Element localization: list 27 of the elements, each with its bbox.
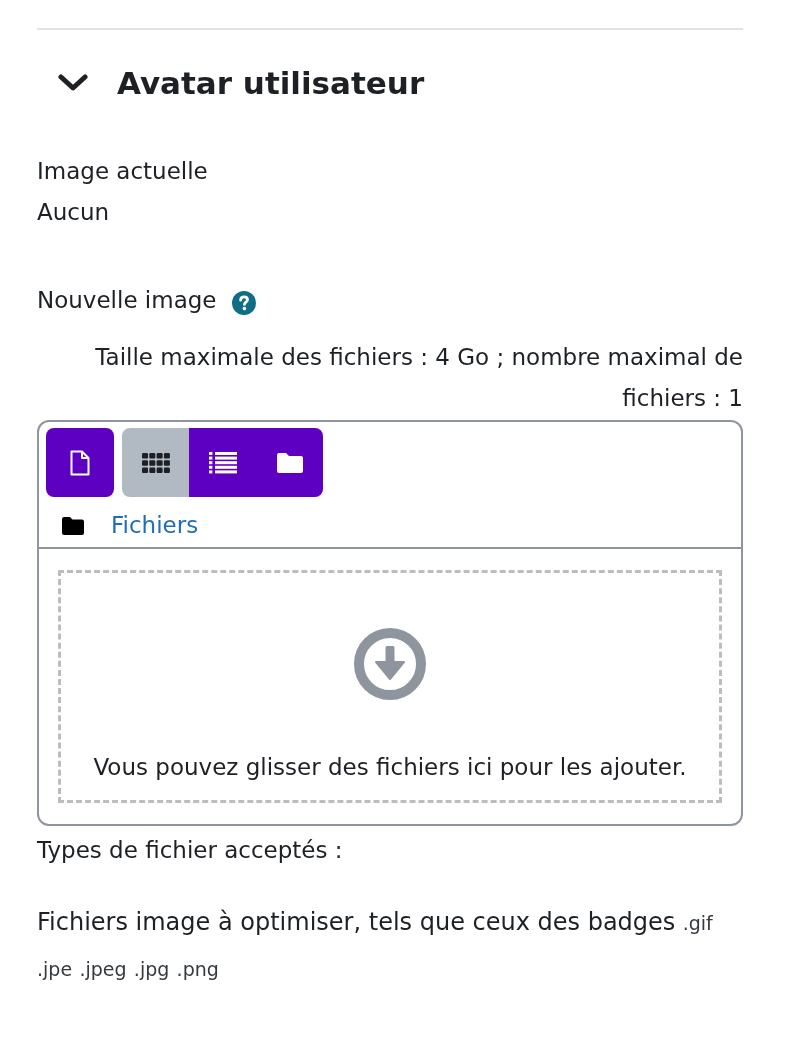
drop-zone[interactable]: Vous pouvez glisser des fichiers ici pour les ajouter.	[58, 570, 722, 803]
current-image-value: Aucun	[37, 198, 111, 227]
help-icon[interactable]	[231, 290, 256, 315]
add-file-button[interactable]	[46, 428, 114, 497]
new-image-label: Nouvelle image	[37, 286, 217, 315]
drop-zone-text: Vous pouvez glisser des fichiers ici pour les ajouter.	[93, 753, 687, 782]
section-title[interactable]: Avatar utilisateur	[117, 61, 425, 105]
list-view-button[interactable]	[189, 428, 256, 497]
file-icon	[70, 449, 90, 476]
grid-view-button[interactable]	[122, 428, 189, 497]
breadcrumb-link[interactable]: Fichiers	[111, 505, 199, 546]
accepted-types-label: Types de fichier acceptés :	[37, 836, 344, 865]
current-image-label: Image actuelle	[37, 157, 209, 186]
file-limits-text: Taille maximale des fichiers : 4 Go ; nombre maximal de fichiers : 1	[94, 343, 743, 413]
file-extension: .jpe	[37, 958, 73, 980]
file-extension: .jpg	[133, 958, 170, 980]
grid-icon	[141, 452, 170, 473]
file-extension: .jpeg	[79, 958, 127, 980]
folder-icon	[276, 452, 303, 473]
folder-view-button[interactable]	[256, 428, 323, 497]
folder-icon	[62, 516, 84, 535]
file-type-description: Fichiers image à optimiser, tels que ceux des badges	[37, 908, 676, 936]
file-extension: .gif	[682, 912, 713, 934]
list-icon	[208, 451, 237, 474]
chevron-down-icon[interactable]	[58, 74, 88, 92]
file-extension: .png	[176, 958, 219, 980]
arrow-down-circle-icon	[354, 628, 426, 700]
